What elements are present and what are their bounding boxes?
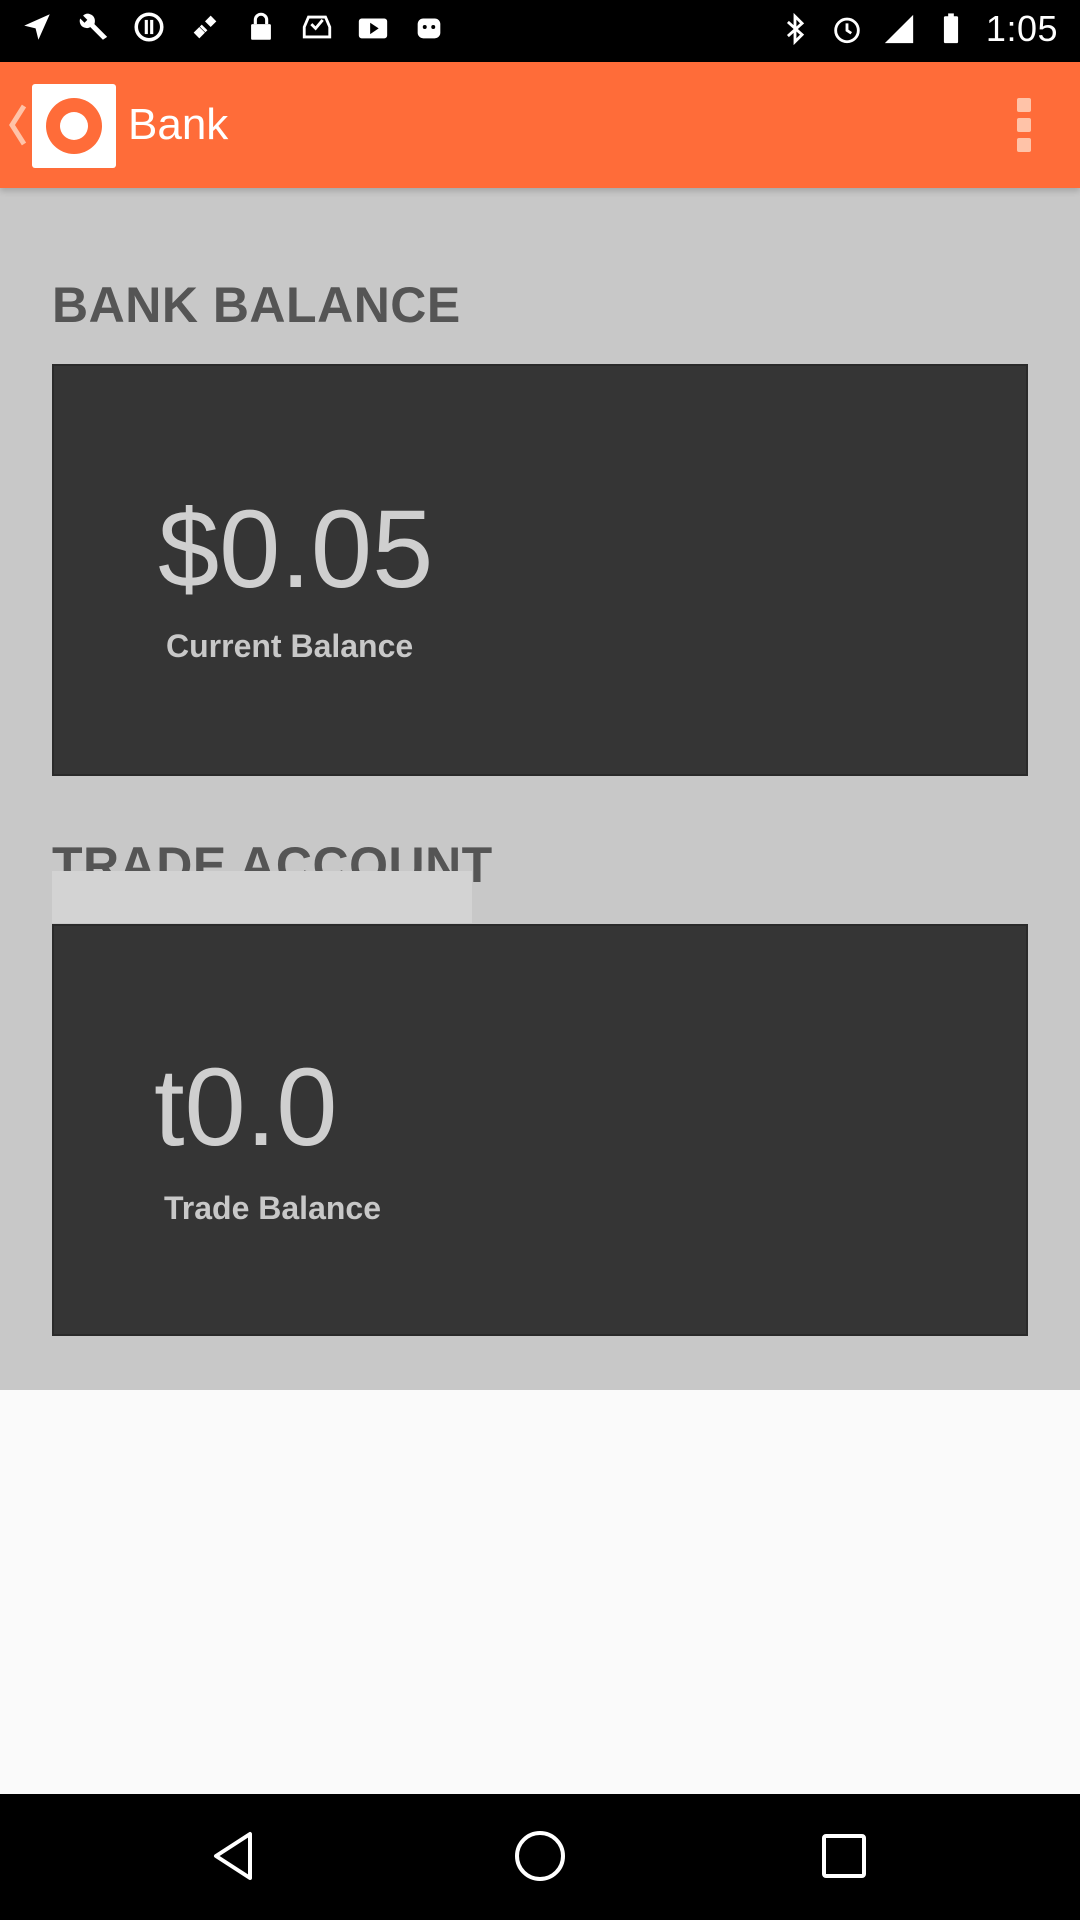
android-icon (417, 18, 441, 39)
back-chevron-icon[interactable] (6, 100, 28, 150)
navigation-icon (24, 14, 50, 40)
status-right-icons: 1:05 (778, 8, 1058, 50)
bank-balance-heading: BANK BALANCE (52, 277, 461, 333)
status-left-icons (20, 10, 446, 44)
navigation-bar (0, 1794, 1080, 1920)
settings-circle-icon (134, 12, 164, 42)
trade-balance-card: t0.0 Trade Balance (52, 924, 1028, 1336)
bluetooth-icon (786, 12, 805, 46)
recents-icon[interactable] (814, 1826, 874, 1886)
satellite-icon (193, 15, 217, 39)
current-balance-label: Current Balance (166, 628, 414, 664)
alarm-icon (834, 17, 860, 44)
home-icon[interactable] (510, 1826, 570, 1886)
app-logo[interactable] (32, 84, 116, 168)
clock: 1:05 (985, 8, 1058, 49)
logo-ring-icon (46, 98, 102, 154)
overflow-menu-icon[interactable] (1000, 96, 1048, 156)
main-content: BANK BALANCE $0.05 Current Balance TRADE… (0, 188, 1080, 1390)
wrench-icon (79, 13, 108, 40)
back-icon[interactable] (206, 1826, 266, 1886)
video-play-icon (358, 18, 388, 39)
inbox-check-icon (302, 15, 332, 39)
trade-balance-label: Trade Balance (164, 1190, 381, 1226)
status-bar: 1:05 (0, 0, 1080, 62)
lock-icon (251, 12, 271, 40)
battery-icon (943, 13, 959, 44)
bank-balance-card: $0.05 Current Balance (52, 364, 1028, 776)
action-bar: Bank (0, 62, 1080, 188)
page-title: Bank (128, 100, 229, 149)
empty-area (0, 1390, 1080, 1794)
trade-balance-amount: t0.0 (154, 1046, 338, 1169)
heading-overlay-strip (52, 871, 472, 923)
signal-icon (884, 14, 914, 44)
current-balance-amount: $0.05 (158, 488, 434, 611)
